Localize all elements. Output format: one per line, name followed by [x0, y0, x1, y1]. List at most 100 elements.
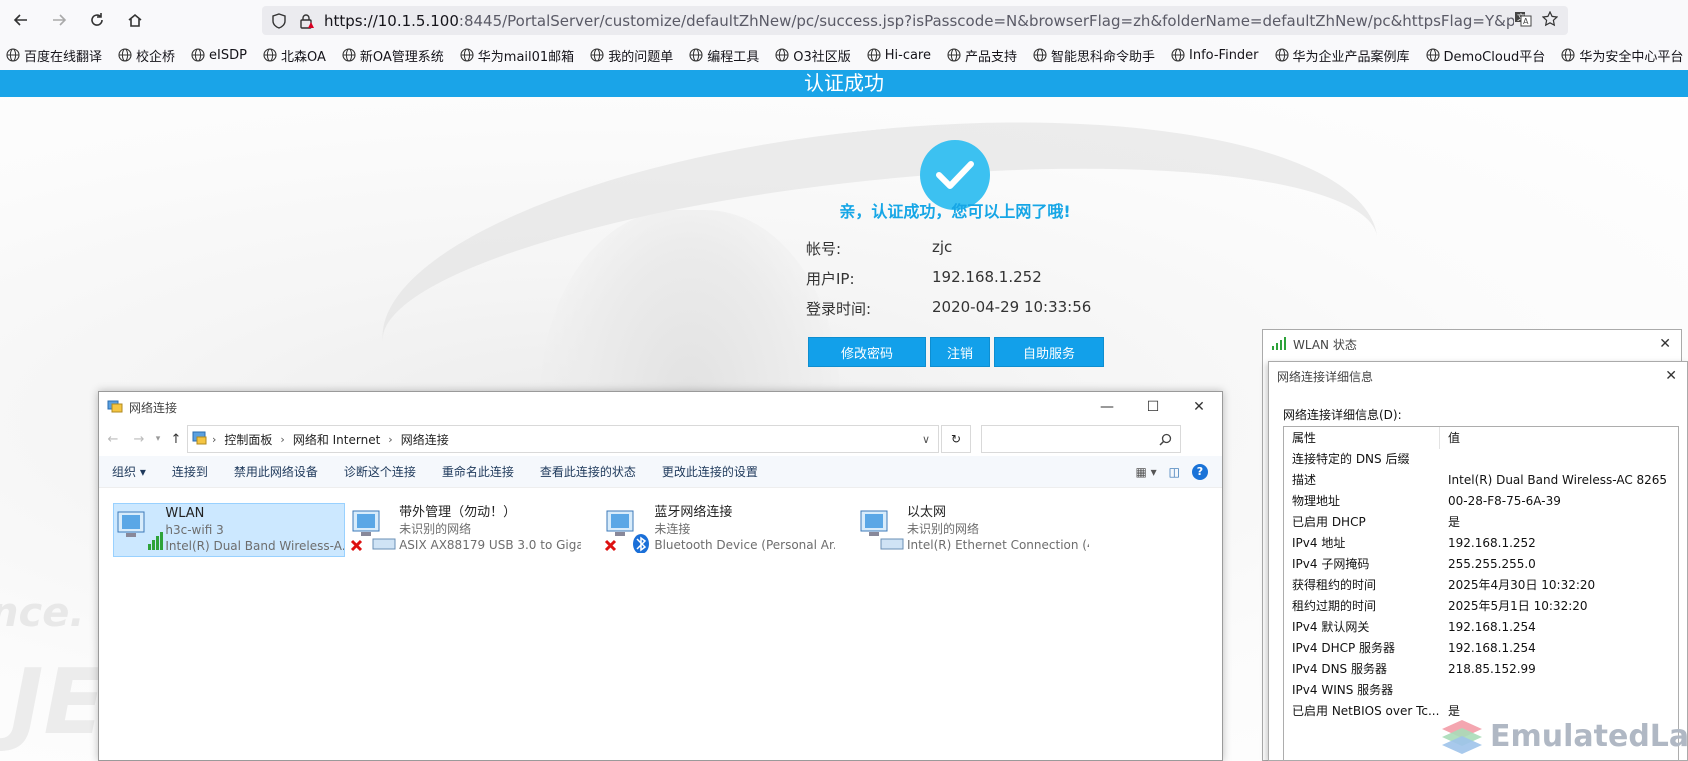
bluetooth-adapter-icon — [604, 510, 649, 554]
connection-status: h3c-wifi 3 — [165, 523, 224, 537]
connection-name: 以太网 — [907, 505, 947, 520]
reload-icon[interactable] — [80, 3, 114, 37]
organize-menu[interactable]: 组织 ▾ — [112, 463, 146, 480]
details-row[interactable]: IPv4 默认网关 192.168.1.254 — [1284, 617, 1678, 638]
close-icon[interactable]: ✕ — [1659, 336, 1671, 352]
logout-button[interactable]: 注销 — [930, 337, 990, 367]
property-cell: 获得租约的时间 — [1292, 578, 1377, 592]
details-row[interactable]: 描述 Intel(R) Dual Band Wireless-AC 8265 — [1284, 470, 1678, 491]
breadcrumb-network-connections[interactable]: 网络连接 — [401, 431, 449, 448]
bookmark-label: 华为企业产品案例库 — [1292, 49, 1410, 65]
home-icon[interactable] — [118, 3, 152, 37]
maximize-icon[interactable]: ☐ — [1130, 392, 1176, 422]
details-row[interactable]: IPv4 子网掩码 255.255.255.0 — [1284, 554, 1678, 575]
up-arrow-icon[interactable]: ↑ — [165, 432, 187, 447]
portal-actions: 修改密码 注销 自助服务 — [808, 337, 1104, 367]
change-password-button[interactable]: 修改密码 — [808, 337, 926, 367]
lock-warning-icon[interactable] — [296, 13, 318, 29]
bookmark-item[interactable]: 新OA管理系统 — [342, 46, 444, 65]
rename-command[interactable]: 重命名此连接 — [442, 463, 514, 480]
star-icon[interactable] — [1541, 10, 1559, 31]
globe-icon — [118, 48, 132, 62]
connection-wlan[interactable]: WLAN h3c-wifi 3 Intel(R) Dual Band Wirel… — [113, 503, 345, 557]
property-cell: IPv4 WINS 服务器 — [1292, 683, 1394, 697]
connection-oob[interactable]: 带外管理（勿动！） 未识别的网络 ASIX AX88179 USB 3.0 to… — [349, 503, 581, 557]
details-row[interactable]: 连接特定的 DNS 后缀 — [1284, 449, 1678, 470]
column-value[interactable]: 值 — [1440, 427, 1678, 449]
bookmark-item[interactable]: DemoCloud平台 — [1425, 46, 1545, 65]
value-cell: 218.85.152.99 — [1448, 662, 1536, 676]
background-slogan: nce. — [0, 590, 85, 636]
refresh-icon[interactable]: ↻ — [941, 425, 971, 453]
value-cell: 192.168.1.254 — [1448, 620, 1536, 634]
close-icon[interactable]: ✕ — [1176, 392, 1222, 422]
view-options-icon[interactable]: ▦ ▾ — [1135, 465, 1156, 479]
bookmark-item[interactable]: 编程工具 — [689, 46, 759, 65]
disable-device-command[interactable]: 禁用此网络设备 — [234, 463, 318, 480]
preview-pane-icon[interactable]: ◫ — [1169, 465, 1180, 479]
details-row[interactable]: IPv4 WINS 服务器 — [1284, 680, 1678, 701]
property-cell: 租约过期的时间 — [1292, 599, 1377, 613]
details-row[interactable]: 已启用 DHCP 是 — [1284, 512, 1678, 533]
bookmark-item[interactable]: Hi-care — [867, 48, 931, 63]
connect-to-command[interactable]: 连接到 — [172, 463, 208, 480]
details-row[interactable]: 物理地址 00-28-F8-75-6A-39 — [1284, 491, 1678, 512]
wlan-adapter-icon — [117, 511, 163, 550]
shield-icon[interactable] — [268, 12, 290, 29]
forward-icon[interactable] — [42, 3, 76, 37]
globe-icon — [1561, 48, 1575, 62]
view-status-command[interactable]: 查看此连接的状态 — [540, 463, 636, 480]
details-row[interactable]: 租约过期的时间 2025年5月1日 10:32:20 — [1284, 596, 1678, 617]
address-bar[interactable]: › 控制面板 › 网络和 Internet › 网络连接 ∨ — [187, 425, 939, 453]
address-dropdown-icon[interactable]: ∨ — [922, 433, 930, 446]
search-input[interactable] — [981, 425, 1181, 453]
bookmark-item[interactable]: O3社区版 — [775, 46, 851, 65]
translate-icon[interactable]: 文A — [1514, 11, 1532, 31]
back-arrow-icon[interactable]: ← — [99, 432, 127, 447]
details-row[interactable]: IPv4 DHCP 服务器 192.168.1.254 — [1284, 638, 1678, 659]
bookmark-label: 产品支持 — [964, 49, 1017, 65]
connection-ethernet[interactable]: 以太网 未识别的网络 Intel(R) Ethernet Connection … — [857, 503, 1089, 557]
bookmark-item[interactable]: 我的问题单 — [590, 46, 673, 65]
details-label: 网络连接详细信息(D): — [1283, 408, 1402, 422]
details-row[interactable]: IPv4 DNS 服务器 218.85.152.99 — [1284, 659, 1678, 680]
bookmark-item[interactable]: 北森OA — [263, 46, 326, 65]
breadcrumb-control-panel[interactable]: 控制面板 — [224, 431, 272, 448]
close-icon[interactable]: ✕ — [1665, 368, 1677, 384]
breadcrumb-network-internet[interactable]: 网络和 Internet — [293, 431, 380, 448]
recent-dropdown-icon[interactable]: ▾ — [151, 434, 165, 444]
diagnose-command[interactable]: 诊断这个连接 — [344, 463, 416, 480]
bookmark-item[interactable]: 校企桥 — [118, 46, 175, 65]
details-row[interactable]: IPv4 地址 192.168.1.252 — [1284, 533, 1678, 554]
bookmark-item[interactable]: 百度在线翻译 — [6, 46, 102, 65]
bookmark-label: 校企桥 — [136, 49, 176, 65]
globe-icon — [590, 48, 604, 62]
property-cell: 描述 — [1292, 473, 1317, 487]
globe-icon — [689, 48, 703, 62]
url-bar[interactable]: https://10.1.5.100:8445/PortalServer/cus… — [262, 6, 1568, 35]
bookmark-item[interactable]: 华为mail01邮箱 — [460, 46, 574, 65]
help-icon[interactable]: ? — [1192, 463, 1208, 480]
globe-icon — [1425, 48, 1440, 62]
globe-icon — [947, 48, 961, 62]
column-property[interactable]: 属性 — [1284, 427, 1440, 449]
bookmark-item[interactable]: 智能思科命令助手 — [1033, 46, 1155, 65]
change-settings-command[interactable]: 更改此连接的设置 — [662, 463, 758, 480]
bookmark-item[interactable]: Info-Finder — [1171, 48, 1259, 63]
connection-bluetooth[interactable]: 蓝牙网络连接 未连接 Bluetooth Device (Personal Ar… — [603, 503, 835, 557]
value-cell: 00-28-F8-75-6A-39 — [1448, 494, 1561, 508]
bookmark-item[interactable]: eISDP — [191, 48, 247, 63]
self-service-button[interactable]: 自助服务 — [994, 337, 1104, 367]
forward-arrow-icon[interactable]: → — [127, 432, 151, 447]
bookmark-item[interactable]: 华为企业产品案例库 — [1274, 46, 1410, 65]
minimize-icon[interactable]: — — [1084, 392, 1130, 422]
back-icon[interactable] — [4, 3, 38, 37]
bookmark-label: 华为安全中心平台 — [1579, 49, 1684, 65]
watermark-text: EmulatedLab — [1490, 718, 1688, 754]
bookmark-item[interactable]: 产品支持 — [947, 46, 1017, 65]
details-list[interactable]: 属性 值 连接特定的 DNS 后缀 描述 Intel(R) Dual Band Wi… — [1283, 426, 1679, 761]
bookmark-item[interactable]: 华为安全中心平台 — [1561, 46, 1683, 65]
success-message: 亲，认证成功，您可以上网了哦! — [839, 202, 1071, 221]
details-row[interactable]: 获得租约的时间 2025年4月30日 10:32:20 — [1284, 575, 1678, 596]
signal-bars-icon — [1271, 336, 1287, 353]
